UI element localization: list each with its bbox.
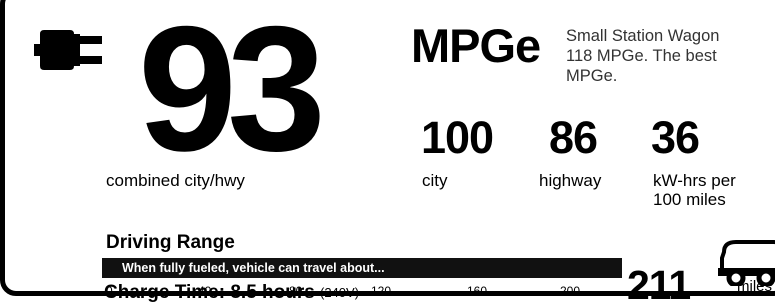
highway-label: highway — [539, 171, 602, 190]
city-value: 100 — [421, 112, 494, 163]
range-tick-200: 200 — [560, 284, 581, 298]
driving-range-bar: When fully fueled, vehicle can travel ab… — [102, 258, 622, 278]
plug-icon — [34, 30, 102, 70]
charge-time: Charge Time: 8.5 hours — [104, 282, 315, 303]
kwh-label: kW-hrs per 100 miles — [653, 171, 736, 209]
highway-value: 86 — [549, 112, 598, 163]
combined-mpge-value: 93 — [138, 0, 326, 188]
range-tick-120: 120 — [371, 284, 392, 298]
mpge-unit: MPGe — [411, 19, 541, 72]
driving-range-title: Driving Range — [106, 232, 235, 253]
car-icon — [718, 240, 775, 286]
kwh-value: 36 — [651, 112, 700, 163]
range-tick-160: 160 — [467, 284, 488, 298]
city-label: city — [422, 171, 448, 190]
class-comparison-note: Small Station Wagon 118 MPGe. The best M… — [566, 27, 720, 85]
range-value: 211 — [627, 262, 691, 308]
combined-label: combined city/hwy — [106, 171, 245, 190]
charge-voltage: (240V) — [320, 285, 360, 300]
